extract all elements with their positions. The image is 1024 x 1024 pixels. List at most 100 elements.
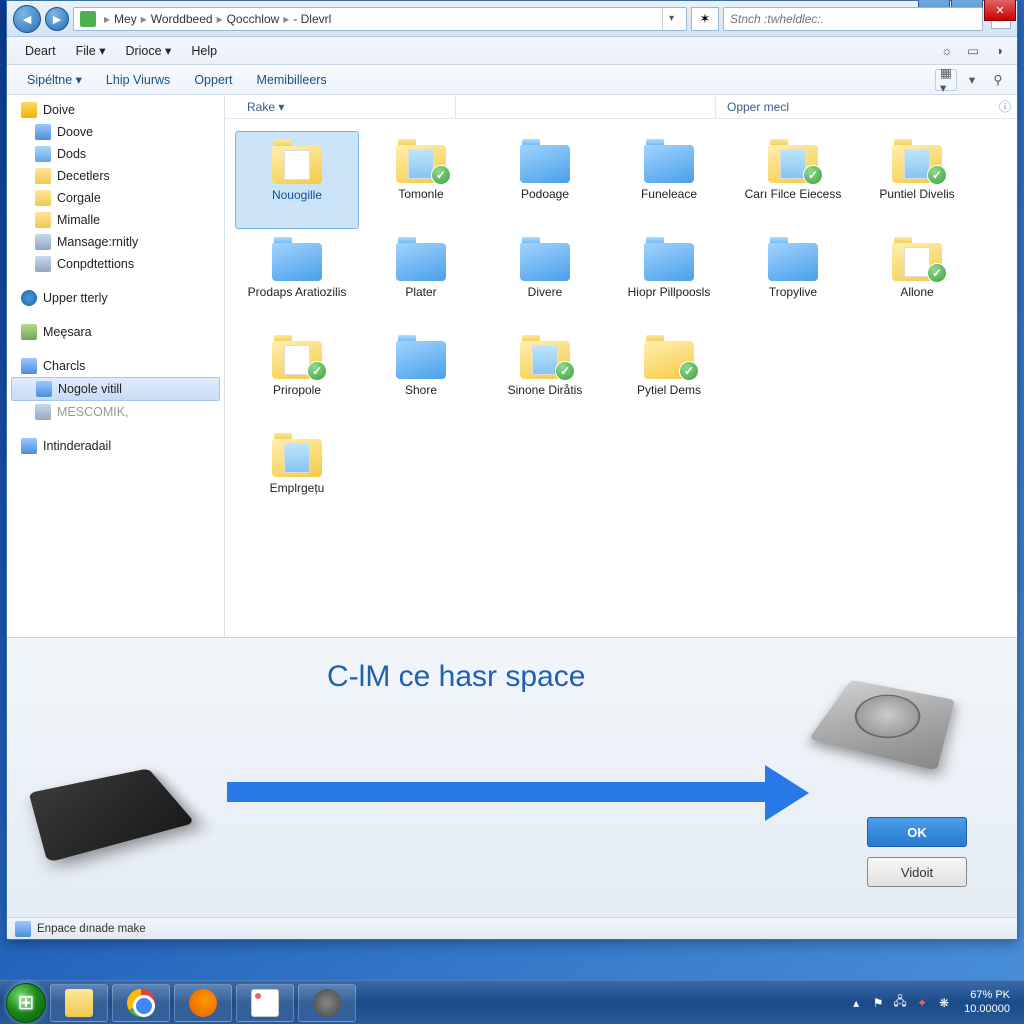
panel-buttons: OK Vidoit (867, 817, 967, 887)
arrow-head-icon (765, 765, 809, 821)
chrome-icon (127, 989, 155, 1017)
breadcrumb-segment[interactable]: Qocchlow (227, 12, 280, 26)
menu-deart[interactable]: Deart (15, 40, 66, 62)
hdd-image (827, 668, 957, 778)
sidebar-item[interactable]: Mimalle (7, 209, 224, 231)
tray-up-icon[interactable]: ▴ (848, 995, 864, 1011)
menu-file[interactable]: File ▾ (66, 39, 116, 62)
folder-icon: ✓ (889, 137, 945, 183)
clock[interactable]: 67% PK 10.00000 (964, 989, 1010, 1015)
back-button[interactable]: ◄ (13, 5, 41, 33)
sidebar-item[interactable]: MESCOMIK, (7, 401, 224, 423)
folder-item[interactable]: ✓Carı Filce Eiecess (731, 131, 855, 229)
settings-icon[interactable]: ◑ (989, 41, 1009, 61)
status-icon (15, 921, 31, 937)
folder-item[interactable]: ✓Priropole (235, 327, 359, 425)
sidebar-item[interactable]: Decetlers (7, 165, 224, 187)
tray-volume-icon[interactable]: ✦ (914, 995, 930, 1011)
folder-item[interactable]: Hiopr Pillpoosls (607, 229, 731, 327)
check-icon: ✓ (927, 165, 947, 185)
firefox-icon (189, 989, 217, 1017)
sidebar-item-selected[interactable]: Nogole vitill (11, 377, 220, 401)
folder-item[interactable]: Prodaps Aratiozilis (235, 229, 359, 327)
folder-item[interactable]: ✓Tomonle (359, 131, 483, 229)
start-button[interactable] (6, 983, 46, 1023)
sidebar-item[interactable]: Dods (7, 143, 224, 165)
menu-help[interactable]: Help (181, 40, 227, 62)
ok-button[interactable]: OK (867, 817, 967, 847)
folder-icon (21, 358, 37, 374)
user-icon (21, 324, 37, 340)
view-mode-button[interactable]: ▦ ▾ (935, 69, 957, 91)
folder-item[interactable]: Shore (359, 327, 483, 425)
preview-pane-icon[interactable]: ⚲ (987, 69, 1009, 91)
explorer-window: — ▭ ✕ ◄ ► ▸ Mey ▸ Worddbeed ▸ Qocchlow ▸… (6, 0, 1018, 940)
breadcrumb-dropdown-icon[interactable]: ▾ (662, 8, 680, 30)
details-panel: C-lM ce hasr space OK Vidoit (7, 637, 1017, 917)
menu-drioce[interactable]: Drioce ▾ (115, 39, 181, 62)
breadcrumb-segment[interactable]: - Dlevrl (293, 12, 331, 26)
check-icon: ✓ (679, 361, 699, 381)
sidebar-item[interactable]: Conpdtettions (7, 253, 224, 275)
check-icon: ✓ (803, 165, 823, 185)
info-icon[interactable]: ⓘ (999, 98, 1011, 115)
column-opper[interactable]: Opper mecl (715, 100, 801, 114)
refresh-button[interactable]: ✶ (691, 7, 719, 31)
taskbar-firefox[interactable] (174, 984, 232, 1022)
folder-item[interactable]: Divere (483, 229, 607, 327)
explorer-icon (65, 989, 93, 1017)
folder-icon (641, 235, 697, 281)
column-name[interactable]: Rake ▾ (235, 100, 455, 114)
tray-gear-icon[interactable]: ❋ (936, 995, 952, 1011)
disk-icon (313, 989, 341, 1017)
close-button[interactable]: ✕ (984, 0, 1016, 21)
sidebar-item[interactable]: Charcls (7, 355, 224, 377)
folder-icon (35, 124, 51, 140)
forward-button[interactable]: ► (45, 7, 69, 31)
toolbar-organize[interactable]: Sipéltne ▾ (15, 68, 94, 91)
breadcrumb-segment[interactable]: Mey (114, 12, 137, 26)
folder-item[interactable]: ✓Allone (855, 229, 979, 327)
menu-bar: Deart File ▾ Drioce ▾ Help ☼ ▭ ◑ (7, 37, 1017, 65)
folder-item[interactable]: ✓Sinone Diråtis (483, 327, 607, 425)
taskbar-disk[interactable] (298, 984, 356, 1022)
folder-icon (765, 235, 821, 281)
toolbar-members[interactable]: Memibilleers (245, 69, 339, 91)
sidebar-favorites[interactable]: Doive (7, 99, 224, 121)
taskbar-document[interactable] (236, 984, 294, 1022)
folder-item[interactable]: Funeleace (607, 131, 731, 229)
folder-item[interactable]: ✓Puntiel Divelis (855, 131, 979, 229)
sidebar-item[interactable]: Upper tterly (7, 287, 224, 309)
page-icon[interactable]: ▭ (963, 41, 983, 61)
folder-item[interactable]: Plater (359, 229, 483, 327)
sidebar-item[interactable]: Intinderadail (7, 435, 224, 457)
sidebar-item[interactable]: Mansage:rnitly (7, 231, 224, 253)
check-icon: ✓ (927, 263, 947, 283)
breadcrumb[interactable]: ▸ Mey ▸ Worddbeed ▸ Qocchlow ▸ - Dlevrl … (73, 7, 687, 31)
toolbar-open[interactable]: Oppert (182, 69, 244, 91)
taskbar-explorer[interactable] (50, 984, 108, 1022)
system-tray: ▴ ⚑ 🖧 ✦ ❋ 67% PK 10.00000 (848, 989, 1018, 1015)
cancel-button[interactable]: Vidoit (867, 857, 967, 887)
taskbar-chrome[interactable] (112, 984, 170, 1022)
folder-icon (641, 137, 697, 183)
folder-item[interactable]: Podoage (483, 131, 607, 229)
search-box[interactable] (723, 7, 983, 31)
search-input[interactable] (730, 8, 960, 30)
toolbar-views[interactable]: Lhip Viurws (94, 69, 182, 91)
tray-flag-icon[interactable]: ⚑ (870, 995, 886, 1011)
tray-network-icon[interactable]: 🖧 (892, 995, 908, 1011)
sidebar-item[interactable]: Meęsara (7, 321, 224, 343)
folder-item[interactable]: Emplrgețu (235, 425, 359, 523)
ssd-image (37, 757, 197, 887)
folder-item-selected[interactable]: Nouogille (235, 131, 359, 229)
sun-icon[interactable]: ☼ (937, 41, 957, 61)
breadcrumb-segment[interactable]: Worddbeed (151, 12, 213, 26)
sidebar-item[interactable]: Corgale (7, 187, 224, 209)
folder-item[interactable]: Tropylive (731, 229, 855, 327)
sidebar-item[interactable]: Doove (7, 121, 224, 143)
folder-icon (35, 190, 51, 206)
folder-item[interactable]: ✓Pytiel Dems (607, 327, 731, 425)
document-icon (251, 989, 279, 1017)
folder-icon (269, 431, 325, 477)
